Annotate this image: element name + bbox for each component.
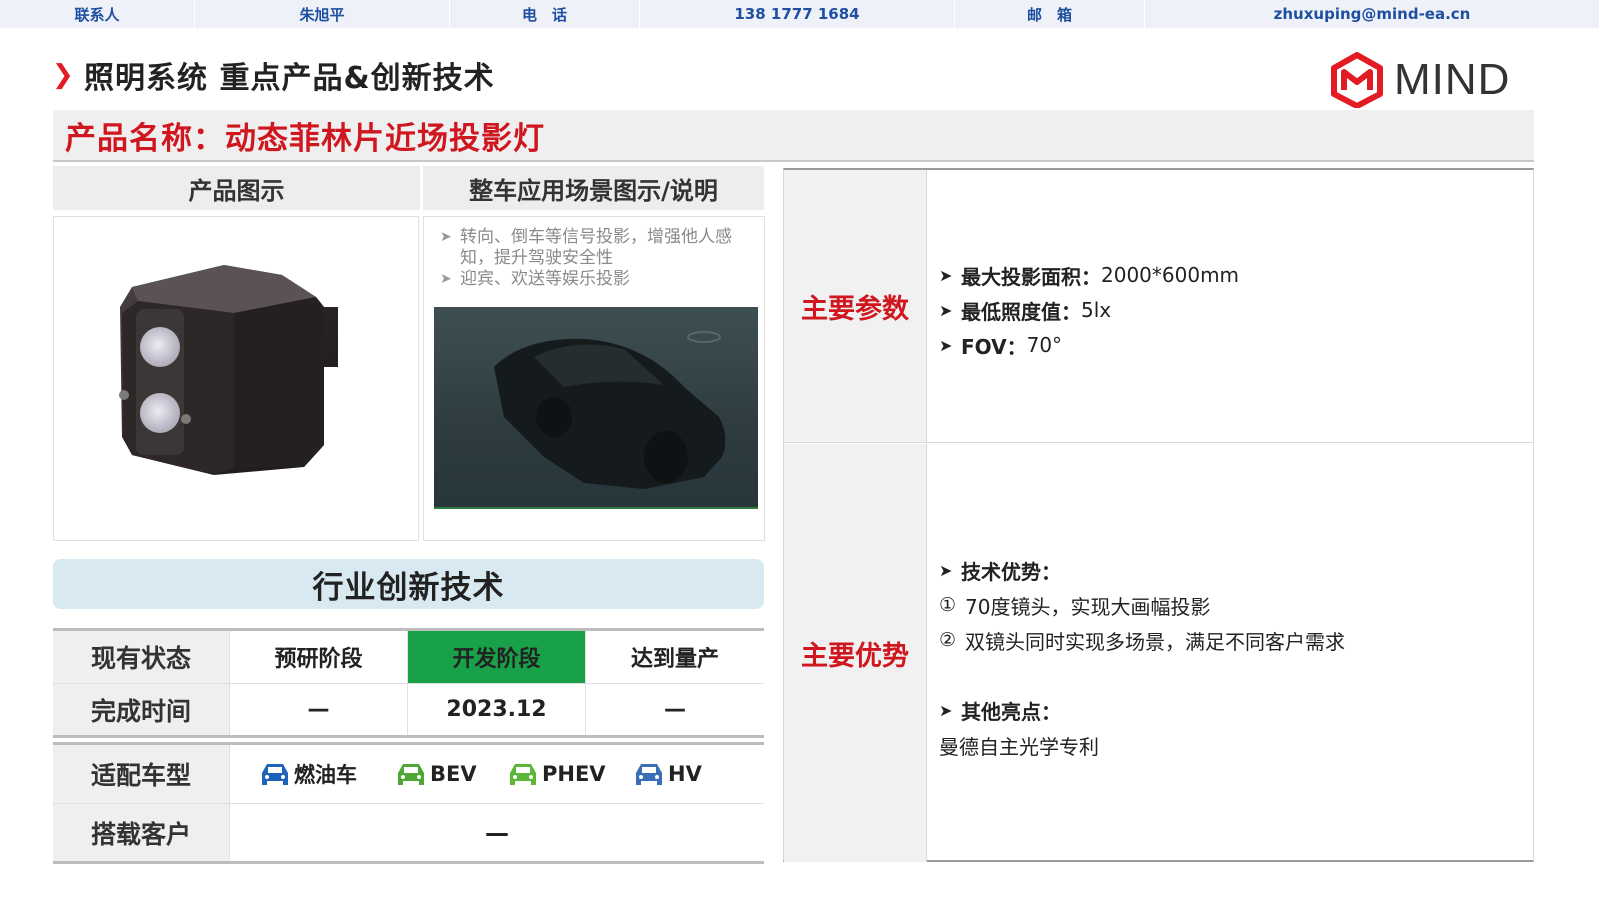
params-row: 主要参数 ➤ 最大投影面积： 2000*600mm ➤ 最低照度值： 5lx ➤ F… <box>784 170 1533 443</box>
car-icon <box>262 764 288 785</box>
table-row: 搭载客户 — <box>53 803 764 861</box>
param-item: ➤ 最低照度值： 5lx <box>939 298 1112 324</box>
param-item: ➤ FOV： 70° <box>939 333 1063 359</box>
car-icon <box>510 764 536 785</box>
scene-bullet: ➤ 迎宾、欢送等娱乐投影 <box>440 269 630 289</box>
vehicle-type-phev: PHEV <box>506 759 606 789</box>
arrow-bullet-icon: ➤ <box>939 560 953 580</box>
tech-advantage-title: ➤ 技术优势： <box>939 559 1061 584</box>
scene-bullet: ➤ 转向、倒车等信号投影，增强他人感知，提升驾驶安全性 <box>440 227 732 268</box>
mind-logo-icon <box>1331 52 1383 108</box>
email-label: 邮 箱 <box>955 0 1145 28</box>
car-icon <box>398 764 424 785</box>
advantages-row: 主要优势 ➤ 技术优势： ① 70度镜头，实现大画幅投影 ② 双镜头同时实现多场… <box>784 444 1533 862</box>
time-research: — <box>229 684 407 735</box>
page-title: 照明系统 重点产品&创新技术 <box>84 61 495 96</box>
contact-name: 朱旭平 <box>195 0 450 28</box>
arrow-bullet-icon: ➤ <box>440 229 452 245</box>
vehicle-scene-image <box>434 307 758 509</box>
vehicle-types: 燃油车 BEV PHEV HV <box>229 745 764 803</box>
arrow-bullet-icon: ➤ <box>939 700 953 720</box>
scene-bullets: ➤ 转向、倒车等信号投影，增强他人感知，提升驾驶安全性 ➤ 迎宾、欢送等娱乐投影 <box>436 227 756 290</box>
spec-table: 主要参数 ➤ 最大投影面积： 2000*600mm ➤ 最低照度值： 5lx ➤ F… <box>783 168 1534 862</box>
params-label: 主要参数 <box>784 170 927 442</box>
email-address[interactable]: zhuxuping@mind-ea.cn <box>1145 0 1600 28</box>
arrow-bullet-icon: ➤ <box>939 265 953 285</box>
car-render-image <box>494 331 726 489</box>
arrow-bullet-icon: ➤ <box>440 271 452 287</box>
completion-time-label: 完成时间 <box>53 684 229 735</box>
stage-research: 预研阶段 <box>229 631 407 683</box>
table-row: 现有状态 预研阶段 开发阶段 达到量产 <box>53 631 764 683</box>
customer-label: 搭载客户 <box>53 804 229 861</box>
innovation-banner: 行业创新技术 <box>53 559 764 609</box>
chevron-right-icon: ❯ <box>52 60 74 90</box>
params-body: ➤ 最大投影面积： 2000*600mm ➤ 最低照度值： 5lx ➤ FOV： 70… <box>927 170 1533 442</box>
mind-logo: MIND <box>1330 50 1520 110</box>
table-row: 适配车型 燃油车 BEV PHEV HV <box>53 745 764 803</box>
projector-lamp-image <box>119 265 338 475</box>
time-mass-production: — <box>585 684 764 735</box>
advantages-label: 主要优势 <box>784 444 927 862</box>
logo-text: MIND <box>1394 55 1511 104</box>
other-highlights-title: ➤ 其他亮点： <box>939 699 1061 724</box>
product-name: 产品名称：动态菲林片近场投影灯 <box>65 120 545 157</box>
product-image-panel <box>53 216 419 541</box>
vehicle-type-label: 适配车型 <box>53 745 229 803</box>
product-image-header: 产品图示 <box>53 166 420 210</box>
arrow-bullet-icon: ➤ <box>939 300 953 320</box>
time-development: 2023.12 <box>407 684 585 735</box>
phone-number[interactable]: 138 1777 1684 <box>640 0 955 28</box>
table-row: 完成时间 — 2023.12 — <box>53 683 764 735</box>
customer-cell: — <box>229 804 764 861</box>
car-icon <box>636 764 662 785</box>
contact-bar: 联系人 朱旭平 电 话 138 1777 1684 邮 箱 zhuxuping@… <box>0 0 1600 28</box>
arrow-bullet-icon: ➤ <box>939 335 953 355</box>
vehicle-type-fuel: 燃油车 <box>258 759 357 789</box>
customer-value: — <box>485 818 509 847</box>
product-name-bar: 产品名称：动态菲林片近场投影灯 <box>53 110 1534 162</box>
scene-header: 整车应用场景图示/说明 <box>423 166 764 210</box>
page-title-row: ❯ 照明系统 重点产品&创新技术 <box>52 54 495 96</box>
vehicle-type-hv: HV <box>632 759 702 789</box>
status-table: 现有状态 预研阶段 开发阶段 达到量产 完成时间 — 2023.12 — <box>53 628 764 738</box>
param-item: ➤ 最大投影面积： 2000*600mm <box>939 263 1240 289</box>
stage-development: 开发阶段 <box>407 631 585 683</box>
vehicle-type-bev: BEV <box>394 759 477 789</box>
stage-mass-production: 达到量产 <box>585 631 764 683</box>
tech-advantage-item: ② 双镜头同时实现多场景，满足不同客户需求 <box>939 629 1345 654</box>
advantages-body: ➤ 技术优势： ① 70度镜头，实现大画幅投影 ② 双镜头同时实现多场景，满足不… <box>927 444 1533 862</box>
scene-panel: ➤ 转向、倒车等信号投影，增强他人感知，提升驾驶安全性 ➤ 迎宾、欢送等娱乐投影 <box>423 216 765 541</box>
vehicle-table: 适配车型 燃油车 BEV PHEV HV 搭载客户 — <box>53 742 764 864</box>
other-highlights-text: 曼德自主光学专利 <box>939 734 1099 759</box>
tech-advantage-item: ① 70度镜头，实现大画幅投影 <box>939 594 1211 619</box>
contact-label: 联系人 <box>0 0 195 28</box>
phone-label: 电 话 <box>450 0 640 28</box>
status-label: 现有状态 <box>53 631 229 683</box>
